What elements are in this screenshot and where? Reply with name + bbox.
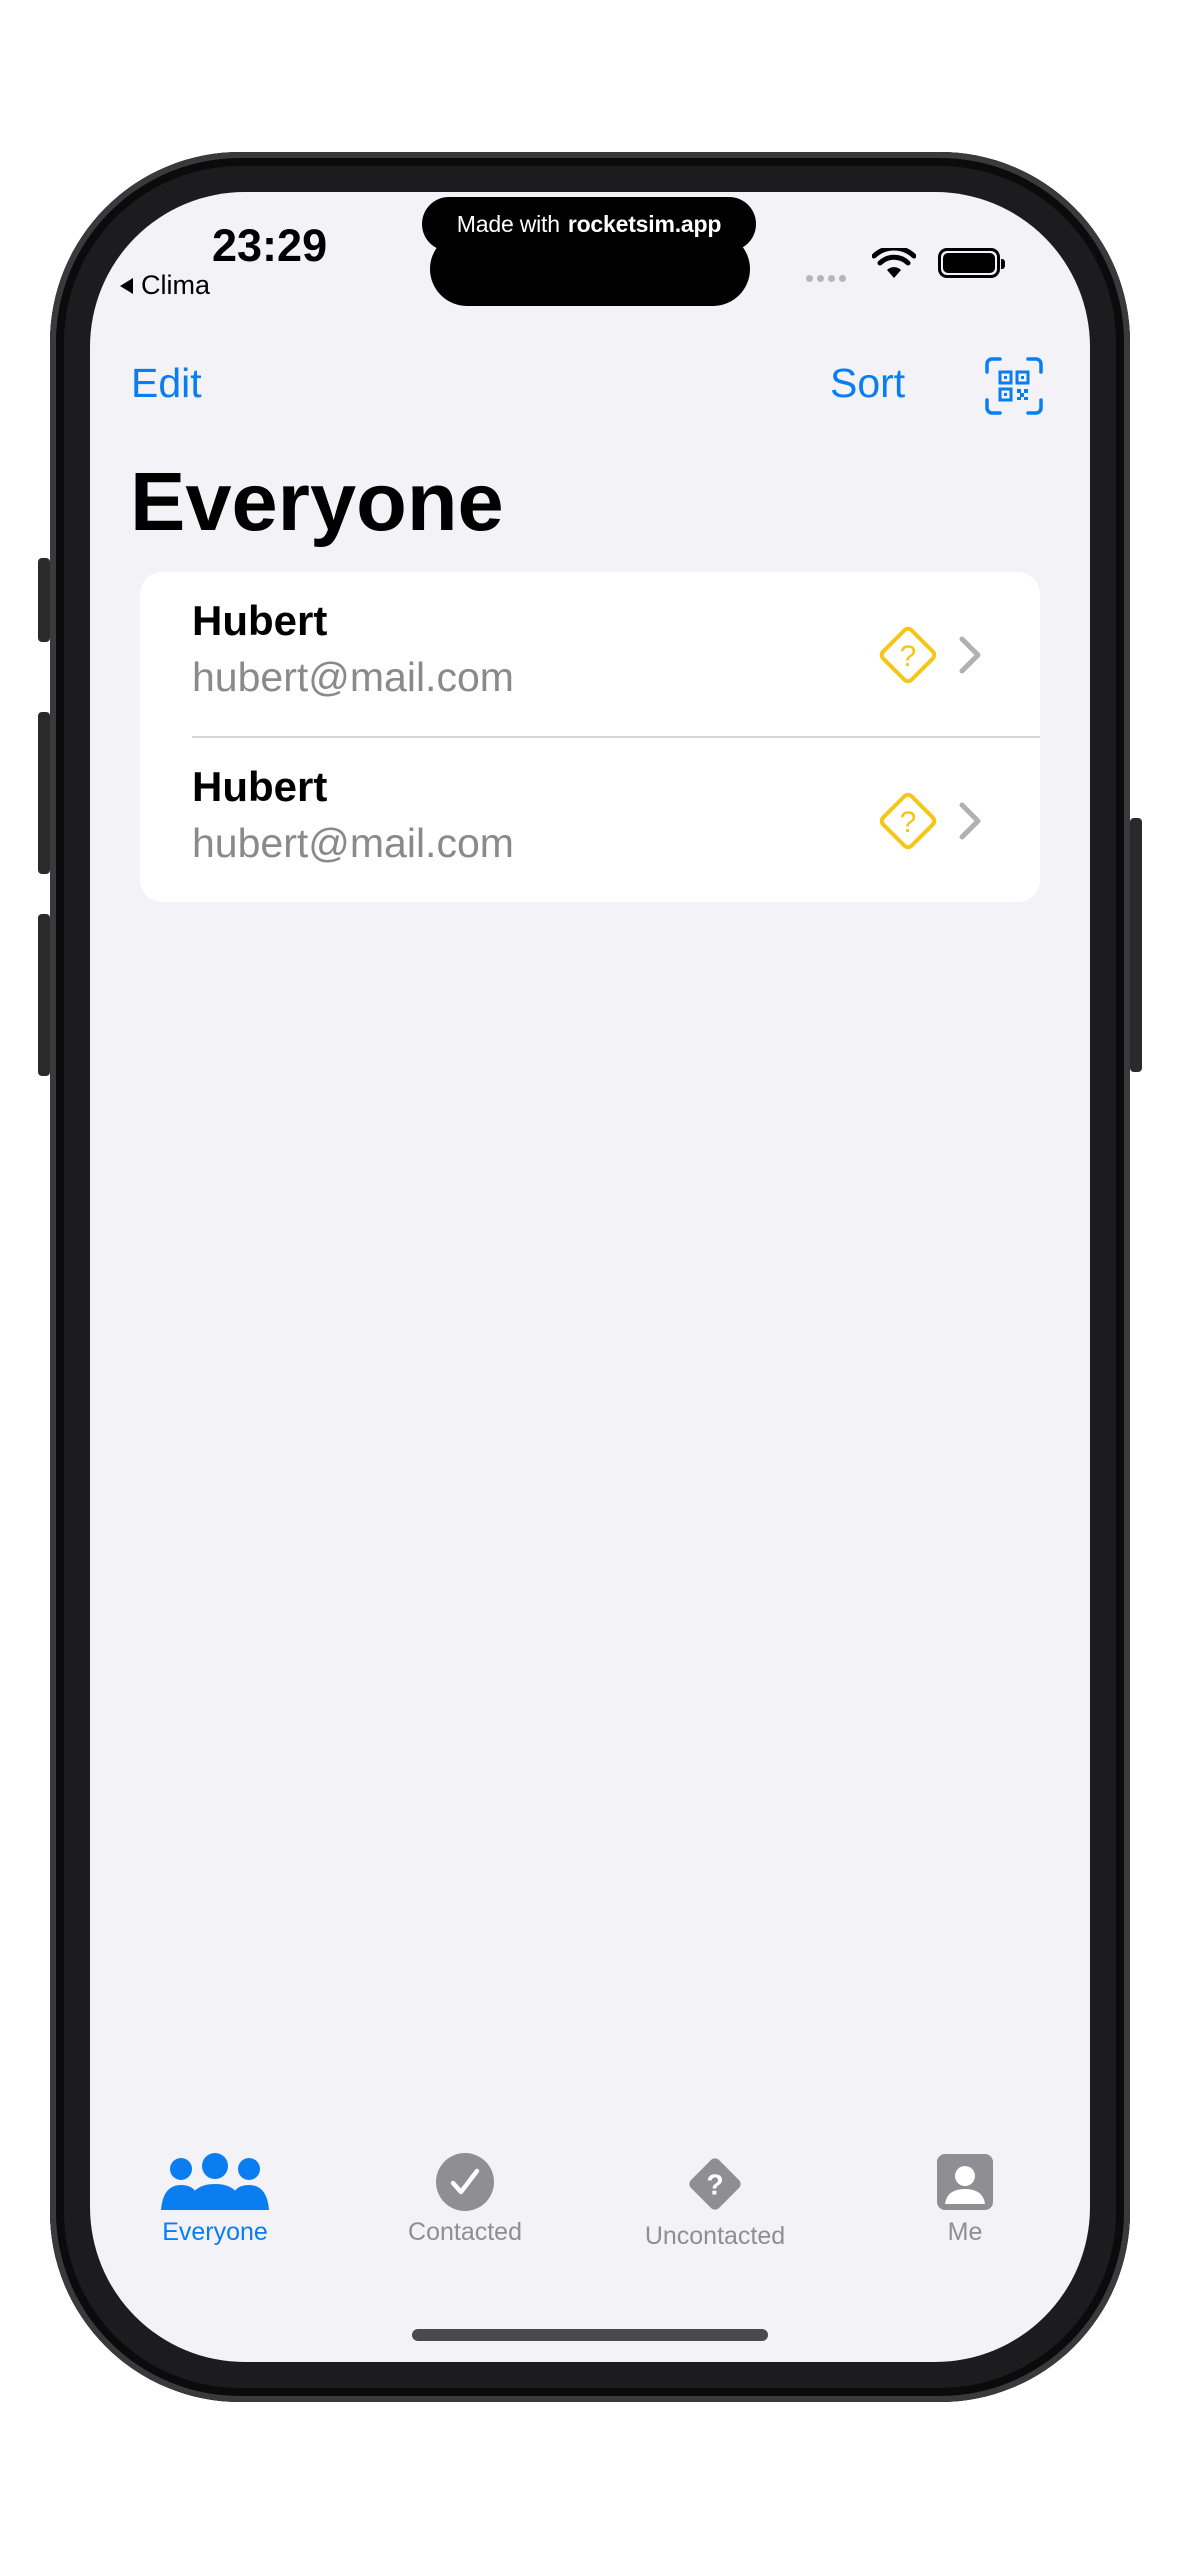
contact-email: hubert@mail.com <box>192 654 514 700</box>
tab-label: Contacted <box>408 2218 522 2246</box>
back-triangle-icon <box>120 277 133 294</box>
tab-label: Me <box>947 2218 983 2246</box>
banner-prefix: Made with <box>456 210 560 237</box>
svg-text:?: ? <box>900 806 917 839</box>
contact-email: hubert@mail.com <box>192 820 514 866</box>
power-button <box>1130 818 1142 1072</box>
action-button <box>38 558 50 642</box>
volume-down-button <box>38 914 50 1076</box>
contact-row[interactable]: Hubert hubert@mail.com ? <box>140 572 1040 738</box>
checkmark-circle-icon <box>436 2153 494 2211</box>
home-indicator[interactable] <box>412 2329 768 2341</box>
uncontacted-diamond-icon: ? <box>879 792 937 850</box>
person-square-icon <box>937 2154 993 2210</box>
page-title: Everyone <box>130 455 504 548</box>
banner-brand: rocketsim.app <box>567 210 722 237</box>
volume-up-button <box>38 712 50 874</box>
contact-name: Hubert <box>192 763 328 810</box>
battery-icon <box>938 248 1005 278</box>
uncontacted-diamond-icon: ? <box>879 626 937 684</box>
sort-button[interactable]: Sort <box>830 360 905 407</box>
tab-everyone[interactable]: Everyone <box>90 2152 340 2247</box>
app-screen: Made with rocketsim.app 23:29 Clima Edit… <box>90 192 1090 2362</box>
tab-me[interactable]: Me <box>840 2152 1090 2247</box>
back-app-label: Clima <box>141 270 211 300</box>
chevron-right-icon <box>959 636 981 674</box>
cellular-signal-icon <box>806 275 846 282</box>
edit-button[interactable]: Edit <box>131 360 202 407</box>
tab-contacted[interactable]: Contacted <box>340 2152 590 2247</box>
svg-text:?: ? <box>900 640 917 673</box>
tab-label: Everyone <box>162 2218 268 2246</box>
status-time: 23:29 <box>212 220 328 271</box>
svg-text:?: ? <box>706 2168 723 2200</box>
tab-uncontacted[interactable]: ? Uncontacted <box>590 2152 840 2251</box>
back-to-app-button[interactable]: Clima <box>120 270 210 301</box>
chevron-right-icon <box>959 802 981 840</box>
people-icon <box>161 2153 269 2210</box>
contact-row[interactable]: Hubert hubert@mail.com ? <box>140 738 1040 902</box>
qr-scan-icon[interactable] <box>984 356 1044 416</box>
contact-name: Hubert <box>192 597 328 644</box>
rocketsim-banner: Made with rocketsim.app <box>422 197 756 251</box>
question-diamond-icon: ? <box>689 2158 741 2210</box>
wifi-icon <box>872 248 916 278</box>
contact-list: Hubert hubert@mail.com ? Hubert hubert@m… <box>140 572 1040 902</box>
tab-label: Uncontacted <box>644 2222 786 2250</box>
